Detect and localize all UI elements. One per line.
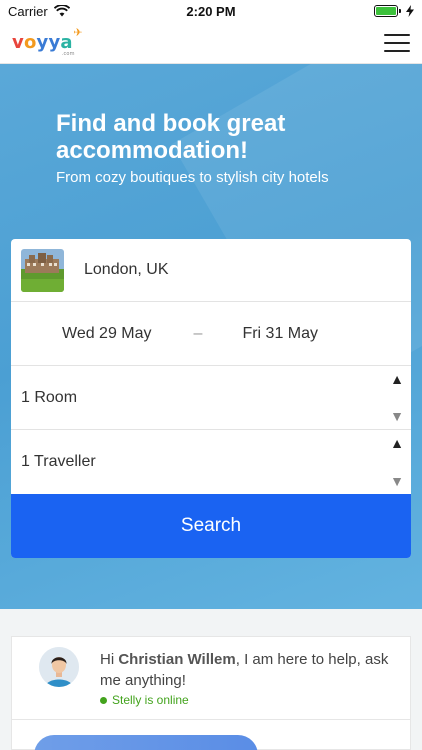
greeting-prefix: Hi: [100, 651, 119, 668]
hamburger-menu-icon[interactable]: [384, 33, 410, 52]
hero-subtitle: From cozy boutiques to stylish city hote…: [56, 169, 329, 186]
chat-message: Hi Christian Willem, I am here to help, …: [100, 649, 390, 691]
increment-up-icon[interactable]: ▲: [390, 436, 404, 450]
travellers-stepper-arrows: ▲ ▼: [389, 436, 405, 488]
destination-thumbnail: [21, 248, 64, 292]
battery-icon: [374, 5, 401, 17]
status-bar: Carrier 2:20 PM: [0, 0, 422, 22]
logo-letter: a: [60, 32, 73, 53]
airplane-icon: ✈: [73, 26, 83, 39]
travellers-stepper[interactable]: 1 Traveller ▲ ▼: [11, 430, 411, 494]
status-left: Carrier: [8, 4, 70, 19]
rooms-stepper-arrows: ▲ ▼: [389, 372, 405, 423]
status-right: [374, 5, 414, 17]
charging-bolt-icon: [406, 5, 414, 17]
destination-value: London, UK: [84, 261, 169, 278]
logo-letter: y: [36, 32, 49, 53]
travellers-value: 1 Traveller: [21, 453, 96, 470]
rooms-stepper[interactable]: 1 Room ▲ ▼: [11, 366, 411, 430]
search-button[interactable]: Search: [11, 494, 411, 558]
chat-action-button[interactable]: [34, 735, 258, 750]
nav-bar: voyya ✈ .com: [0, 22, 422, 64]
destination-field[interactable]: London, UK: [11, 239, 411, 302]
check-in-date[interactable]: Wed 29 May: [62, 325, 152, 343]
wifi-icon: [53, 5, 70, 17]
date-separator: –: [193, 324, 203, 342]
date-range-field[interactable]: Wed 29 May – Fri 31 May: [11, 302, 411, 366]
hero-title: Find and book great accommodation!: [56, 110, 286, 164]
logo-letter: o: [23, 32, 37, 53]
check-out-date[interactable]: Fri 31 May: [242, 325, 318, 343]
logo-letter: y: [48, 32, 61, 53]
divider: [12, 719, 410, 720]
assistant-avatar: [39, 647, 79, 687]
online-status: Stelly is online: [100, 693, 189, 707]
online-dot-icon: [100, 696, 107, 704]
online-status-label: Stelly is online: [112, 693, 189, 707]
logo-suffix: .com: [61, 51, 75, 57]
logo-letter: v: [12, 32, 24, 53]
increment-up-icon[interactable]: ▲: [390, 372, 404, 386]
decrement-down-icon[interactable]: ▼: [390, 409, 404, 423]
voyya-logo[interactable]: voyya ✈ .com: [12, 26, 83, 57]
decrement-down-icon[interactable]: ▼: [390, 474, 404, 488]
chat-assistant-card: Hi Christian Willem, I am here to help, …: [11, 636, 411, 750]
battery-level: [376, 7, 396, 15]
search-card: London, UK Wed 29 May – Fri 31 May 1 Roo…: [11, 239, 411, 558]
rooms-value: 1 Room: [21, 388, 78, 406]
carrier-label: Carrier: [8, 3, 48, 19]
user-name: Christian Willem: [118, 651, 236, 668]
